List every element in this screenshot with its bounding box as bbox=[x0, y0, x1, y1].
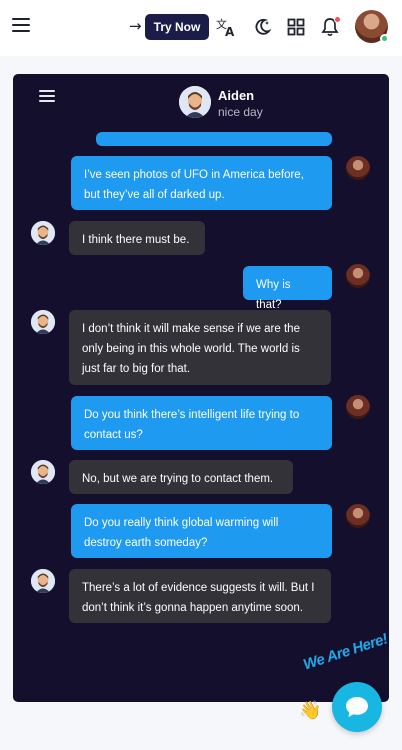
my-avatar bbox=[346, 156, 370, 180]
chat-header: Aiden nice day bbox=[13, 74, 389, 130]
arrow-right-icon: → bbox=[129, 17, 142, 35]
grid-icon[interactable] bbox=[285, 16, 307, 38]
chat-bubble-icon bbox=[346, 697, 368, 717]
message-bubble-received: I think there must be. bbox=[69, 221, 205, 255]
message-bubble-sent: Why is that? bbox=[243, 266, 332, 311]
contact-avatar-small bbox=[31, 310, 55, 334]
svg-text:A: A bbox=[225, 25, 235, 38]
contact-avatar-small bbox=[31, 569, 55, 593]
message-bubble-sent: I’ve seen photos of UFO in America befor… bbox=[71, 156, 332, 210]
message-bubble-partial bbox=[96, 132, 332, 146]
menu-icon[interactable] bbox=[12, 18, 30, 32]
translate-icon[interactable]: 文A bbox=[215, 16, 237, 38]
contact-avatar-small bbox=[31, 460, 55, 484]
user-avatar[interactable] bbox=[355, 10, 389, 43]
bell-icon[interactable] bbox=[319, 16, 341, 38]
message-bubble-received: There’s a lot of evidence suggests it wi… bbox=[69, 569, 331, 623]
contact-avatar-small bbox=[31, 221, 55, 245]
contact-name: Aiden bbox=[218, 88, 255, 103]
chat-menu-icon[interactable] bbox=[39, 90, 55, 102]
waving-hand-icon: 👋 bbox=[299, 700, 322, 721]
message-bubble-received: No, but we are trying to contact them. bbox=[69, 460, 293, 494]
message-bubble-received: I don’t think it will make sense if we a… bbox=[69, 310, 331, 385]
online-status-dot bbox=[380, 34, 389, 43]
try-now-button[interactable]: Try Now bbox=[145, 14, 209, 40]
moon-icon[interactable] bbox=[251, 16, 273, 38]
chat-widget-button[interactable] bbox=[332, 682, 382, 732]
my-avatar bbox=[346, 504, 370, 528]
my-avatar bbox=[346, 264, 370, 288]
contact-avatar bbox=[179, 86, 211, 118]
message-bubble-sent: Do you really think global warming will … bbox=[71, 504, 332, 558]
contact-status: nice day bbox=[218, 105, 263, 119]
chat-panel: Aiden nice day I’ve seen photos of UFO i… bbox=[13, 74, 389, 702]
notification-dot bbox=[334, 16, 341, 23]
my-avatar bbox=[346, 395, 370, 419]
message-bubble-sent: Do you think there’s intelligent life tr… bbox=[71, 396, 332, 450]
top-bar: → Try Now 文A bbox=[0, 0, 402, 56]
